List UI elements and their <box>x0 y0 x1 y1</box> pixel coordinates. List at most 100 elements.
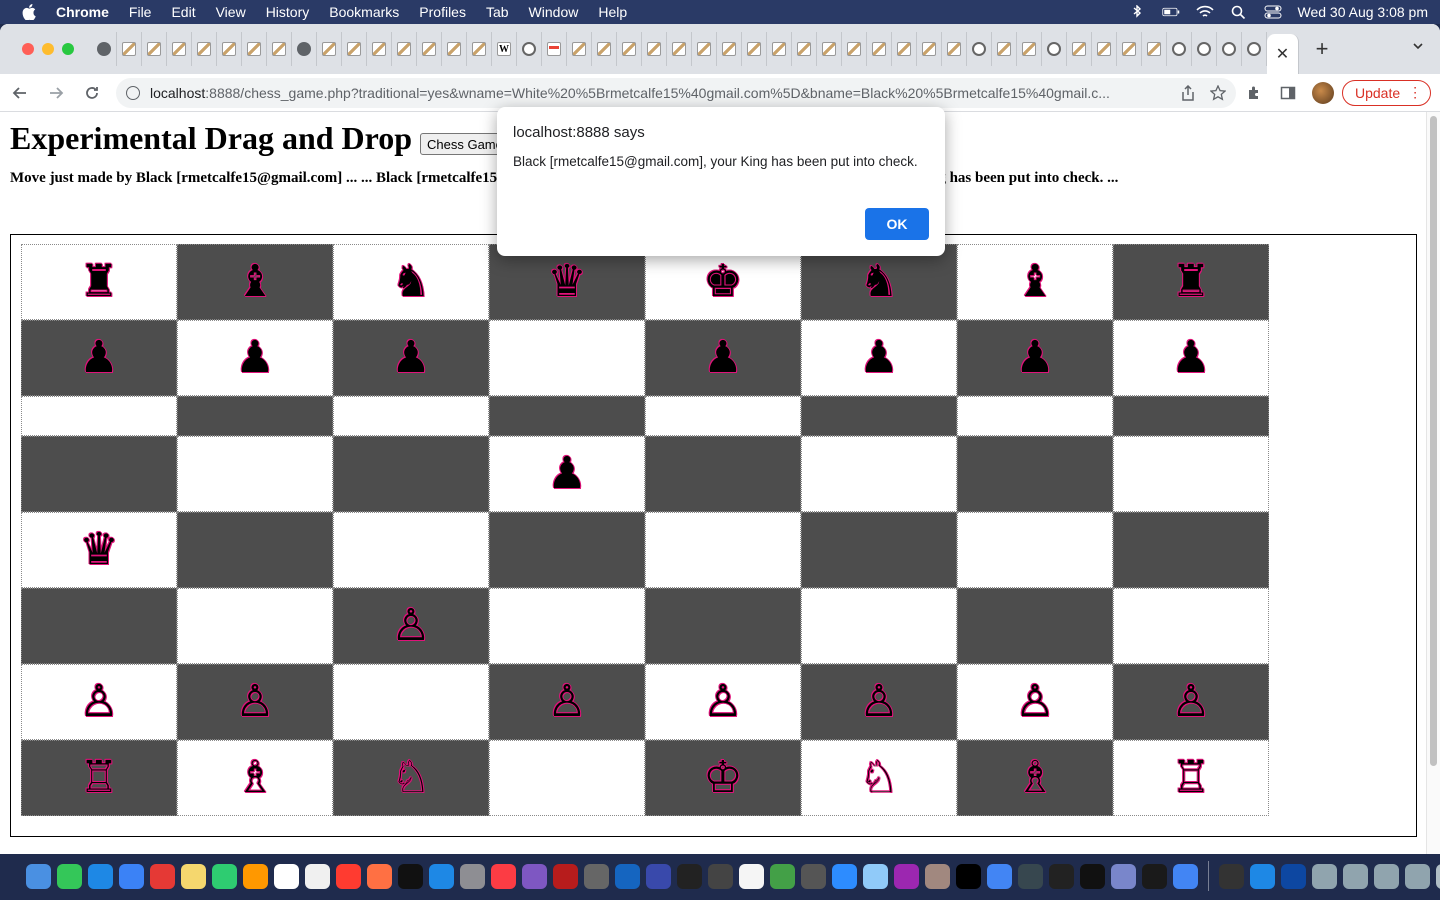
tv2-dock-icon[interactable] <box>1142 863 1167 889</box>
terminal-dock-icon[interactable] <box>1080 863 1105 889</box>
browser-tab[interactable] <box>342 32 367 66</box>
calendar-dock-icon[interactable] <box>274 863 299 889</box>
migration-dock-icon[interactable] <box>1111 863 1136 889</box>
news-dock-icon[interactable] <box>336 863 361 889</box>
square-a7[interactable]: ♟ <box>21 320 177 396</box>
xcode-dock-icon[interactable] <box>615 863 640 889</box>
square-d5[interactable]: ♟ <box>489 436 645 512</box>
square-h7[interactable]: ♟ <box>1113 320 1269 396</box>
reload-button[interactable] <box>76 77 108 109</box>
unity2-dock-icon[interactable] <box>1049 863 1074 889</box>
chess-piece[interactable]: ♜ <box>1171 260 1210 304</box>
calculator-dock-icon[interactable] <box>584 863 609 889</box>
browser-tab[interactable] <box>242 32 267 66</box>
square-h4[interactable] <box>1113 512 1269 588</box>
browser-tab[interactable] <box>1142 32 1167 66</box>
browser-tab[interactable] <box>267 32 292 66</box>
postgres-dock-icon[interactable] <box>925 863 950 889</box>
activity-dock-icon[interactable] <box>677 863 702 889</box>
chess-piece[interactable]: ♟ <box>235 336 274 380</box>
intellij-dock-icon[interactable] <box>956 863 981 889</box>
square-f4[interactable] <box>801 512 957 588</box>
square-a1[interactable]: ♖ <box>21 740 177 816</box>
browser-tab[interactable] <box>767 32 792 66</box>
browser-tab[interactable] <box>892 32 917 66</box>
podcasts-dock-icon[interactable] <box>894 863 919 889</box>
menu-window[interactable]: Window <box>529 4 579 20</box>
chrome-dock-icon[interactable] <box>987 863 1012 889</box>
square-e2[interactable]: ♙ <box>645 664 801 740</box>
menu-edit[interactable]: Edit <box>171 4 195 20</box>
browser-tab[interactable] <box>317 32 342 66</box>
square-f1[interactable]: ♘ <box>801 740 957 816</box>
browser-tab[interactable] <box>817 32 842 66</box>
square-g7[interactable]: ♟ <box>957 320 1113 396</box>
square-g4[interactable] <box>957 512 1113 588</box>
browser-tab[interactable] <box>1042 32 1067 66</box>
square-d7[interactable] <box>489 320 645 396</box>
chess-piece[interactable]: ♟ <box>1171 336 1210 380</box>
square-h8[interactable]: ♜ <box>1113 244 1269 320</box>
browser-tab[interactable] <box>417 32 442 66</box>
preview-dock-icon[interactable] <box>863 863 888 889</box>
square-h1[interactable]: ♖ <box>1113 740 1269 816</box>
profile-avatar[interactable] <box>1312 81 1334 104</box>
menu-tab[interactable]: Tab <box>486 4 509 20</box>
window1-dock-icon[interactable] <box>1312 863 1337 889</box>
chess-piece[interactable]: ♖ <box>79 756 118 800</box>
square-g2[interactable]: ♙ <box>957 664 1113 740</box>
chess-piece[interactable]: ♟ <box>1015 336 1054 380</box>
chess-piece[interactable]: ♙ <box>391 604 430 648</box>
square-c3[interactable]: ♙ <box>333 588 489 664</box>
chess-piece[interactable]: ♟ <box>391 336 430 380</box>
square-f7[interactable]: ♟ <box>801 320 957 396</box>
chess-piece[interactable]: ♝ <box>235 260 274 304</box>
browser-tab[interactable] <box>192 32 217 66</box>
square-a5[interactable] <box>21 436 177 512</box>
square-c2[interactable] <box>333 664 489 740</box>
chess-piece[interactable]: ♙ <box>703 680 742 724</box>
browser-tab[interactable] <box>967 32 992 66</box>
browser-tab[interactable] <box>1017 32 1042 66</box>
square-d3[interactable] <box>489 588 645 664</box>
square-h3[interactable] <box>1113 588 1269 664</box>
notes-dock-icon[interactable] <box>181 863 206 889</box>
bookmark-star-icon[interactable] <box>1210 84 1226 101</box>
browser-tab[interactable] <box>792 32 817 66</box>
address-bar[interactable]: localhost:8888/chess_game.php?traditiona… <box>116 77 1236 108</box>
square-f6[interactable] <box>801 396 957 436</box>
safari-dock-icon[interactable] <box>88 863 113 889</box>
chess-piece[interactable]: ♛ <box>79 528 118 572</box>
square-g6[interactable] <box>957 396 1113 436</box>
chess-piece[interactable]: ♗ <box>1015 756 1054 800</box>
browser-tab[interactable] <box>592 32 617 66</box>
mail-dock-icon[interactable] <box>119 863 144 889</box>
square-f2[interactable]: ♙ <box>801 664 957 740</box>
music-dock-icon[interactable] <box>491 863 516 889</box>
chess-piece[interactable]: ♘ <box>391 756 430 800</box>
browser-tab[interactable]: W <box>492 32 517 66</box>
zoom-dock-icon[interactable] <box>832 863 857 889</box>
scrollbar-thumb[interactable] <box>1430 116 1437 766</box>
textedit-dock-icon[interactable] <box>739 863 764 889</box>
browser-tab[interactable] <box>992 32 1017 66</box>
wifi-icon[interactable] <box>1195 5 1214 19</box>
square-d4[interactable] <box>489 512 645 588</box>
browser-tab[interactable] <box>567 32 592 66</box>
square-a6[interactable] <box>21 396 177 436</box>
browser-tab[interactable] <box>1117 32 1142 66</box>
square-c7[interactable]: ♟ <box>333 320 489 396</box>
square-b2[interactable]: ♙ <box>177 664 333 740</box>
unity-dock-icon[interactable] <box>801 863 826 889</box>
browser-tab[interactable] <box>842 32 867 66</box>
browser-tab[interactable] <box>1092 32 1117 66</box>
chess-piece[interactable]: ♙ <box>859 680 898 724</box>
new-tab-button[interactable]: + <box>1307 36 1337 62</box>
square-b7[interactable]: ♟ <box>177 320 333 396</box>
menu-help[interactable]: Help <box>598 4 627 20</box>
maps-dock-icon[interactable] <box>770 863 795 889</box>
trash-dock-icon[interactable] <box>1436 863 1440 889</box>
browser-tab[interactable] <box>367 32 392 66</box>
browser-tab[interactable] <box>167 32 192 66</box>
chess-piece[interactable]: ♙ <box>235 680 274 724</box>
